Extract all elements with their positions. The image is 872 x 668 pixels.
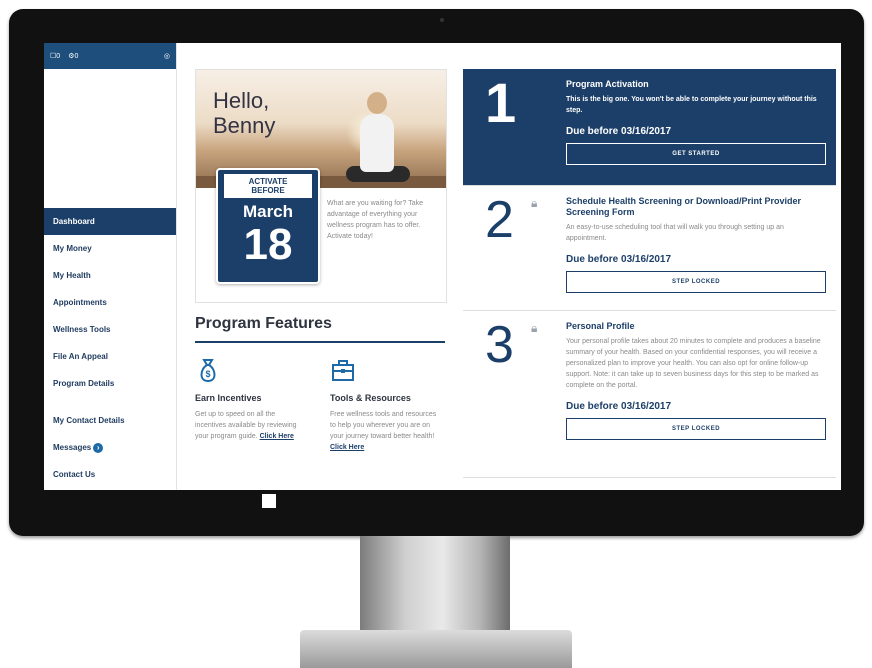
- earn-incentives-link[interactable]: Click Here: [260, 433, 294, 440]
- hero-message: What are you waiting for? Take advantage…: [327, 200, 423, 240]
- feature-earn-incentives: $ Earn Incentives Get up to speed on all…: [195, 357, 307, 442]
- step-description: Your personal profile takes about 20 min…: [566, 338, 821, 389]
- toolbox-icon: [330, 357, 356, 383]
- step-title: Program Activation: [566, 79, 649, 89]
- lock-icon: 🔒︎: [531, 321, 538, 335]
- svg-text:$: $: [205, 369, 210, 379]
- feature-text: Free wellness tools and resources to hel…: [330, 411, 437, 451]
- program-features-title: Program Features: [195, 315, 332, 332]
- step-description: This is the big one. You won't be able t…: [566, 96, 817, 114]
- feature-text: Get up to speed on all the incentives av…: [195, 411, 297, 440]
- step-due-date: Due before 03/16/2017: [566, 126, 672, 137]
- step-locked-button[interactable]: STEP LOCKED: [566, 418, 826, 440]
- sidebar-item-label: Messages: [53, 443, 92, 452]
- tools-resources-link[interactable]: Click Here: [330, 444, 364, 451]
- step-number: 3: [485, 316, 514, 374]
- sidebar-item-messages[interactable]: Messages ›: [44, 434, 176, 461]
- feature-title: Earn Incentives: [195, 393, 262, 403]
- monitor-stand-base: [300, 630, 572, 668]
- activation-date-card: ACTIVATE BEFORE March 18: [216, 168, 320, 284]
- alerts-icon[interactable]: ⚙0: [68, 52, 78, 60]
- activation-day: 18: [243, 220, 293, 269]
- step-title: Personal Profile: [566, 321, 635, 331]
- sidebar-item-appointments[interactable]: Appointments: [44, 289, 176, 316]
- step-personal-profile: 3 🔒︎ Personal Profile Your personal prof…: [463, 311, 836, 478]
- monitor-camera: [440, 18, 444, 22]
- sidebar: ☐0 ⚙0 ◎ Dashboard My Money My Health App…: [44, 43, 177, 490]
- program-steps: 1 Program Activation This is the big one…: [463, 69, 836, 478]
- feature-tools-resources: Tools & Resources Free wellness tools an…: [330, 357, 442, 453]
- step-number: 2: [485, 191, 514, 249]
- lock-icon: 🔒︎: [531, 196, 538, 210]
- sidebar-item-dashboard[interactable]: Dashboard: [44, 208, 176, 235]
- sidebar-top-bar: ☐0 ⚙0 ◎: [44, 43, 176, 69]
- activate-before-label: ACTIVATE BEFORE: [224, 174, 312, 198]
- sidebar-item-wellness-tools[interactable]: Wellness Tools: [44, 316, 176, 343]
- notifications-icon[interactable]: ☐0: [50, 52, 60, 60]
- screen: ☐0 ⚙0 ◎ Dashboard My Money My Health App…: [44, 43, 841, 490]
- sidebar-nav: Dashboard My Money My Health Appointment…: [44, 208, 176, 488]
- hero-card: Hello, Benny ACTIVATE BEFORE March 18 Wh…: [195, 69, 447, 303]
- settings-icon[interactable]: ◎: [164, 52, 170, 60]
- sidebar-item-my-money[interactable]: My Money: [44, 235, 176, 262]
- sidebar-item-my-health[interactable]: My Health: [44, 262, 176, 289]
- step-title: Schedule Health Screening or Download/Pr…: [566, 196, 802, 217]
- step-due-date: Due before 03/16/2017: [566, 254, 672, 265]
- monitor-power-button: [262, 494, 276, 508]
- sidebar-item-file-an-appeal[interactable]: File An Appeal: [44, 343, 176, 370]
- step-due-date: Due before 03/16/2017: [566, 401, 672, 412]
- divider: [195, 341, 445, 343]
- step-description: An easy-to-use scheduling tool that will…: [566, 224, 784, 242]
- get-started-button[interactable]: GET STARTED: [566, 143, 826, 165]
- step-number: 1: [485, 71, 517, 134]
- step-locked-button[interactable]: STEP LOCKED: [566, 271, 826, 293]
- sidebar-item-program-details[interactable]: Program Details: [44, 370, 176, 397]
- greeting: Hello, Benny: [213, 88, 276, 138]
- sidebar-item-contact-us[interactable]: Contact Us: [44, 461, 176, 488]
- step-health-screening: 2 🔒︎ Schedule Health Screening or Downlo…: [463, 186, 836, 311]
- monitor-stand-neck: [360, 536, 510, 640]
- arrow-right-icon: ›: [93, 442, 104, 453]
- feature-title: Tools & Resources: [330, 393, 411, 403]
- money-bag-icon: $: [195, 357, 221, 383]
- step-program-activation: 1 Program Activation This is the big one…: [463, 69, 836, 186]
- sidebar-item-my-contact-details[interactable]: My Contact Details: [44, 407, 176, 434]
- activation-month: March: [242, 202, 294, 221]
